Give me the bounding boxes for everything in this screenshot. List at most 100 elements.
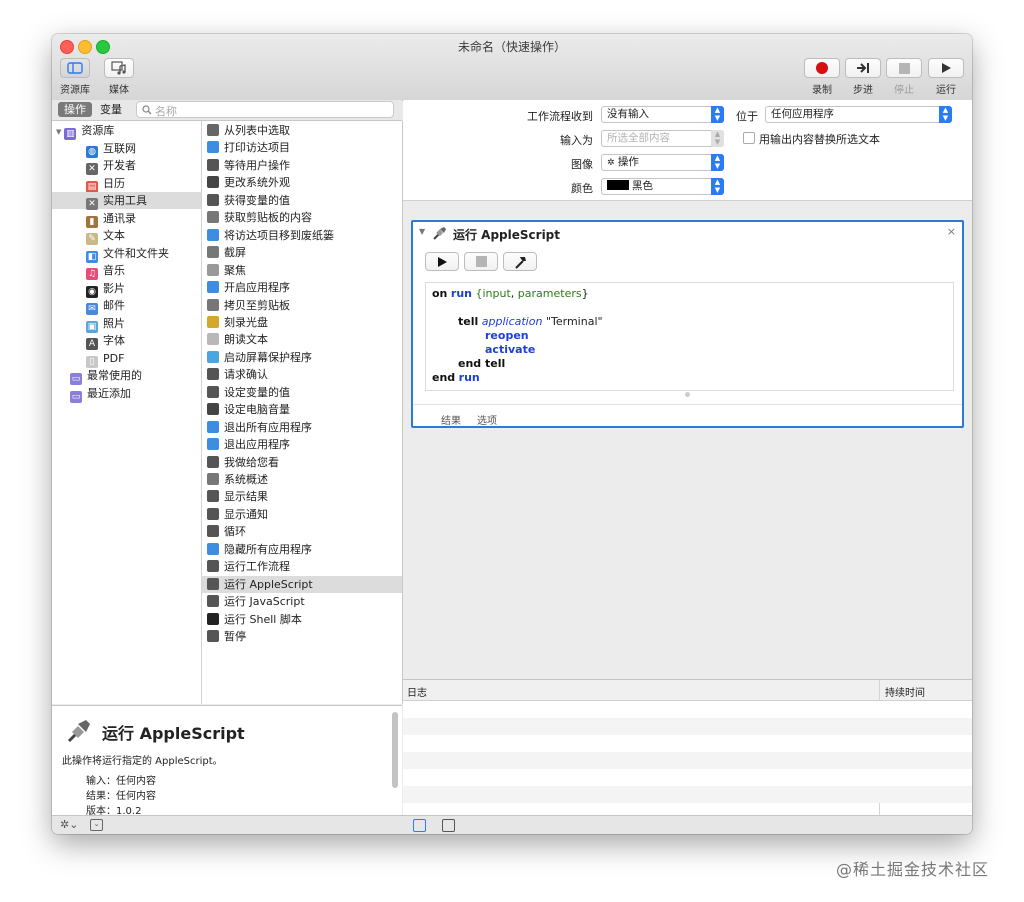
action-list-item[interactable]: 更改系统外观 [202, 174, 402, 191]
action-list-item[interactable]: 获得变量的值 [202, 192, 402, 209]
action-list-item[interactable]: 开启应用程序 [202, 279, 402, 296]
action-list-item[interactable]: 将访达项目移到废纸篓 [202, 227, 402, 244]
sidebar-item[interactable]: ▭ 最常使用的 [52, 367, 201, 385]
action-label: 启动屏幕保护程序 [224, 350, 312, 364]
movie-icon: ◉ [86, 285, 98, 298]
action-label: 运行 JavaScript [224, 595, 305, 609]
sidebar-item[interactable]: ◍ 互联网 [52, 140, 201, 158]
sidebar-item[interactable]: ▮ 通讯录 [52, 210, 201, 228]
library-toggle-button[interactable] [60, 58, 90, 78]
action-list-item[interactable]: 暂停 [202, 628, 402, 645]
description-scrollbar[interactable] [392, 712, 398, 788]
color-label: 颜色 [571, 182, 593, 195]
replace-checkbox[interactable] [743, 132, 755, 144]
workflow-receives-popup[interactable]: 没有输入 ▲ ▼ [601, 106, 724, 123]
sidebar-item[interactable]: A 字体 [52, 332, 201, 350]
action-list-item[interactable]: 退出所有应用程序 [202, 419, 402, 436]
action-list-item[interactable]: 朗读文本 [202, 331, 402, 348]
action-list-item[interactable]: 运行 Shell 脚本 [202, 611, 402, 628]
action-icon [207, 438, 219, 451]
description-toggle-icon[interactable]: ⌄ [90, 819, 103, 831]
in-app-popup[interactable]: 任何应用程序 ▲ ▼ [765, 106, 952, 123]
sidebar-item-label: 实用工具 [103, 194, 147, 207]
compile-button[interactable] [503, 252, 537, 271]
action-icon [207, 612, 219, 625]
action-list-item[interactable]: 等待用户操作 [202, 157, 402, 174]
sidebar-item[interactable]: ◉ 影片 [52, 280, 201, 298]
tab-options[interactable]: 选项 [477, 412, 497, 427]
sidebar-item[interactable]: ▤ 日历 [52, 175, 201, 193]
list-view-icon[interactable] [413, 819, 426, 832]
sidebar-item[interactable]: ✉ 邮件 [52, 297, 201, 315]
stop-script-button[interactable] [464, 252, 498, 271]
contacts-icon: ▮ [86, 215, 98, 228]
action-label: 获得变量的值 [224, 193, 290, 207]
action-list-item[interactable]: 系统概述 [202, 471, 402, 488]
action-list-item[interactable]: 运行工作流程 [202, 558, 402, 575]
action-list-item[interactable]: 运行 AppleScript [202, 575, 402, 593]
action-list-item[interactable]: 聚焦 [202, 262, 402, 279]
tab-actions[interactable]: 操作 [58, 102, 92, 117]
log-column-header[interactable]: 日志 [407, 684, 427, 699]
input-is-popup[interactable]: 所选全部内容 ▲ ▼ [601, 130, 724, 147]
sidebar-item[interactable]: ▼ ▥ 资源库 [52, 122, 201, 140]
step-button[interactable] [845, 58, 881, 78]
script-editor[interactable]: on run {input, parameters} tell applicat… [425, 282, 954, 391]
action-list-item[interactable]: 获取剪贴板的内容 [202, 209, 402, 226]
action-list-item[interactable]: 运行 JavaScript [202, 593, 402, 610]
duration-column-header[interactable]: 持续时间 [885, 684, 925, 699]
media-button[interactable] [104, 58, 134, 78]
library-label: 资源库 [60, 85, 90, 96]
input-is-label: 输入为 [560, 134, 593, 147]
run-script-button[interactable] [425, 252, 459, 271]
color-popup[interactable]: 黑色 ▲ ▼ [601, 178, 724, 195]
tab-variables[interactable]: 变量 [94, 102, 128, 117]
action-list-item[interactable]: 请求确认 [202, 366, 402, 383]
sidebar-item[interactable]: ♫ 音乐 [52, 262, 201, 280]
sidebar-item[interactable]: ✕ 实用工具 [52, 192, 201, 210]
sidebar-item[interactable]: ▣ 照片 [52, 315, 201, 333]
split-view-icon[interactable] [442, 819, 455, 832]
action-list-item[interactable]: 显示通知 [202, 506, 402, 523]
tab-results[interactable]: 结果 [441, 412, 461, 427]
image-popup[interactable]: ✲ 操作 ▲ ▼ [601, 154, 724, 171]
action-list-item[interactable]: 隐藏所有应用程序 [202, 541, 402, 558]
action-list-item[interactable]: 从列表中选取 [202, 122, 402, 139]
sidebar-item[interactable]: ▭ 最近添加 [52, 385, 201, 403]
action-list-item[interactable]: 刻录光盘 [202, 314, 402, 331]
action-label: 截屏 [224, 246, 246, 260]
disclosure-triangle-icon[interactable]: ▼ [56, 128, 61, 136]
stop-button[interactable] [886, 58, 922, 78]
action-run-applescript[interactable]: ▼ 运行 AppleScript × on run {input, parame… [411, 220, 964, 428]
resize-handle[interactable] [685, 392, 690, 397]
in-label: 位于 [736, 110, 758, 123]
action-list-item[interactable]: 打印访达项目 [202, 139, 402, 156]
action-label: 我做给您看 [224, 455, 279, 469]
record-button[interactable] [804, 58, 840, 78]
sidebar-item-label: 文本 [103, 229, 125, 242]
action-list-item[interactable]: 截屏 [202, 244, 402, 261]
sidebar-item[interactable]: ◧ 文件和文件夹 [52, 245, 201, 263]
action-list-item[interactable]: 启动屏幕保护程序 [202, 349, 402, 366]
log-row [403, 718, 972, 735]
run-button[interactable] [928, 58, 964, 78]
action-list-item[interactable]: 循环 [202, 523, 402, 540]
action-list-item[interactable]: 显示结果 [202, 488, 402, 505]
sidebar-item[interactable]: ✕ 开发者 [52, 157, 201, 175]
sidebar-item-label: 互联网 [103, 141, 136, 155]
sidebar-item[interactable]: ▯ PDF [52, 350, 201, 368]
close-icon[interactable]: × [947, 225, 956, 238]
code-command: activate [485, 343, 536, 356]
log-row [403, 769, 972, 786]
search-input[interactable]: 名称 [136, 101, 394, 118]
action-list-item[interactable]: 我做给您看 [202, 454, 402, 471]
gear-menu-icon[interactable]: ✲⌄ [60, 818, 78, 831]
watermark: @稀土掘金技术社区 [836, 860, 990, 879]
action-list-item[interactable]: 拷贝至剪贴板 [202, 297, 402, 314]
action-list-item[interactable]: 退出应用程序 [202, 436, 402, 453]
action-list-item[interactable]: 设定变量的值 [202, 384, 402, 401]
disclosure-triangle-icon[interactable]: ▼ [419, 227, 425, 236]
action-label: 设定变量的值 [224, 385, 290, 399]
sidebar-item[interactable]: ✎ 文本 [52, 227, 201, 245]
action-list-item[interactable]: 设定电脑音量 [202, 401, 402, 418]
